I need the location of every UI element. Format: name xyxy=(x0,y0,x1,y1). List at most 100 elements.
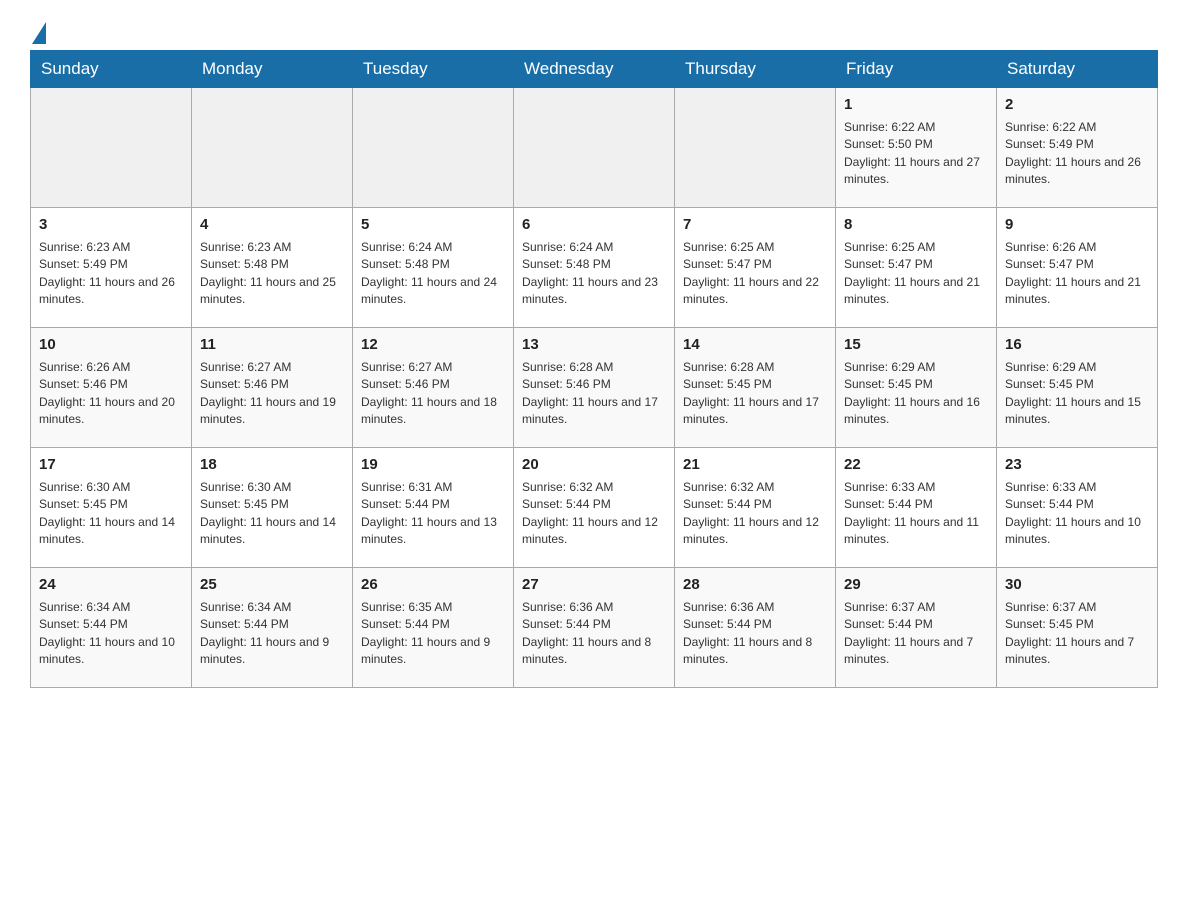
day-info: Sunrise: 6:25 AMSunset: 5:47 PMDaylight:… xyxy=(683,239,827,309)
calendar-cell: 13 Sunrise: 6:28 AMSunset: 5:46 PMDayligh… xyxy=(514,328,675,448)
calendar-cell: 14 Sunrise: 6:28 AMSunset: 5:45 PMDayligh… xyxy=(675,328,836,448)
calendar-cell xyxy=(353,88,514,208)
day-number: 23 xyxy=(1005,454,1149,476)
day-info: Sunrise: 6:33 AMSunset: 5:44 PMDaylight:… xyxy=(1005,479,1149,549)
day-info: Sunrise: 6:34 AMSunset: 5:44 PMDaylight:… xyxy=(39,599,183,669)
calendar-cell: 11 Sunrise: 6:27 AMSunset: 5:46 PMDayligh… xyxy=(192,328,353,448)
calendar-cell: 22 Sunrise: 6:33 AMSunset: 5:44 PMDayligh… xyxy=(836,448,997,568)
day-info: Sunrise: 6:27 AMSunset: 5:46 PMDaylight:… xyxy=(200,359,344,429)
calendar-cell: 26 Sunrise: 6:35 AMSunset: 5:44 PMDayligh… xyxy=(353,568,514,688)
calendar-cell: 17 Sunrise: 6:30 AMSunset: 5:45 PMDayligh… xyxy=(31,448,192,568)
day-number: 1 xyxy=(844,94,988,116)
page-header xyxy=(30,20,1158,40)
day-number: 10 xyxy=(39,334,183,356)
calendar-cell: 6Sunrise: 6:24 AMSunset: 5:48 PMDaylight… xyxy=(514,208,675,328)
calendar-cell xyxy=(31,88,192,208)
day-number: 30 xyxy=(1005,574,1149,596)
day-number: 22 xyxy=(844,454,988,476)
weekday-header-monday: Monday xyxy=(192,51,353,88)
day-info: Sunrise: 6:32 AMSunset: 5:44 PMDaylight:… xyxy=(522,479,666,549)
calendar-cell: 19 Sunrise: 6:31 AMSunset: 5:44 PMDayligh… xyxy=(353,448,514,568)
day-number: 16 xyxy=(1005,334,1149,356)
calendar-week-row: 17 Sunrise: 6:30 AMSunset: 5:45 PMDayligh… xyxy=(31,448,1158,568)
calendar-cell: 23 Sunrise: 6:33 AMSunset: 5:44 PMDayligh… xyxy=(997,448,1158,568)
weekday-header-thursday: Thursday xyxy=(675,51,836,88)
day-info: Sunrise: 6:24 AMSunset: 5:48 PMDaylight:… xyxy=(361,239,505,309)
day-info: Sunrise: 6:33 AMSunset: 5:44 PMDaylight:… xyxy=(844,479,988,549)
day-info: Sunrise: 6:32 AMSunset: 5:44 PMDaylight:… xyxy=(683,479,827,549)
day-number: 4 xyxy=(200,214,344,236)
calendar-cell: 2 Sunrise: 6:22 AMSunset: 5:49 PMDaylight… xyxy=(997,88,1158,208)
calendar-table: SundayMondayTuesdayWednesdayThursdayFrid… xyxy=(30,50,1158,688)
calendar-week-row: 10 Sunrise: 6:26 AMSunset: 5:46 PMDayligh… xyxy=(31,328,1158,448)
calendar-cell: 12Sunrise: 6:27 AMSunset: 5:46 PMDayligh… xyxy=(353,328,514,448)
calendar-cell: 16 Sunrise: 6:29 AMSunset: 5:45 PMDayligh… xyxy=(997,328,1158,448)
day-number: 29 xyxy=(844,574,988,596)
day-number: 18 xyxy=(200,454,344,476)
day-number: 6 xyxy=(522,214,666,236)
day-info: Sunrise: 6:22 AMSunset: 5:49 PMDaylight:… xyxy=(1005,119,1149,189)
calendar-cell xyxy=(192,88,353,208)
day-info: Sunrise: 6:37 AMSunset: 5:44 PMDaylight:… xyxy=(844,599,988,669)
day-info: Sunrise: 6:30 AMSunset: 5:45 PMDaylight:… xyxy=(200,479,344,549)
day-info: Sunrise: 6:29 AMSunset: 5:45 PMDaylight:… xyxy=(1005,359,1149,429)
day-info: Sunrise: 6:28 AMSunset: 5:45 PMDaylight:… xyxy=(683,359,827,429)
day-number: 8 xyxy=(844,214,988,236)
calendar-week-row: 1 Sunrise: 6:22 AMSunset: 5:50 PMDaylight… xyxy=(31,88,1158,208)
day-number: 12 xyxy=(361,334,505,356)
calendar-week-row: 24 Sunrise: 6:34 AMSunset: 5:44 PMDayligh… xyxy=(31,568,1158,688)
day-number: 3 xyxy=(39,214,183,236)
calendar-cell: 10 Sunrise: 6:26 AMSunset: 5:46 PMDayligh… xyxy=(31,328,192,448)
calendar-cell: 3 Sunrise: 6:23 AMSunset: 5:49 PMDaylight… xyxy=(31,208,192,328)
day-info: Sunrise: 6:23 AMSunset: 5:48 PMDaylight:… xyxy=(200,239,344,309)
day-number: 13 xyxy=(522,334,666,356)
calendar-cell: 15Sunrise: 6:29 AMSunset: 5:45 PMDayligh… xyxy=(836,328,997,448)
day-info: Sunrise: 6:31 AMSunset: 5:44 PMDaylight:… xyxy=(361,479,505,549)
day-number: 24 xyxy=(39,574,183,596)
day-number: 21 xyxy=(683,454,827,476)
weekday-header-row: SundayMondayTuesdayWednesdayThursdayFrid… xyxy=(31,51,1158,88)
day-info: Sunrise: 6:25 AMSunset: 5:47 PMDaylight:… xyxy=(844,239,988,309)
logo-triangle-icon xyxy=(32,22,46,44)
day-number: 11 xyxy=(200,334,344,356)
day-info: Sunrise: 6:29 AMSunset: 5:45 PMDaylight:… xyxy=(844,359,988,429)
day-info: Sunrise: 6:36 AMSunset: 5:44 PMDaylight:… xyxy=(683,599,827,669)
calendar-cell: 9Sunrise: 6:26 AMSunset: 5:47 PMDaylight… xyxy=(997,208,1158,328)
calendar-cell: 28 Sunrise: 6:36 AMSunset: 5:44 PMDayligh… xyxy=(675,568,836,688)
day-info: Sunrise: 6:36 AMSunset: 5:44 PMDaylight:… xyxy=(522,599,666,669)
day-number: 25 xyxy=(200,574,344,596)
day-info: Sunrise: 6:30 AMSunset: 5:45 PMDaylight:… xyxy=(39,479,183,549)
calendar-cell xyxy=(514,88,675,208)
day-number: 28 xyxy=(683,574,827,596)
weekday-header-saturday: Saturday xyxy=(997,51,1158,88)
day-info: Sunrise: 6:26 AMSunset: 5:46 PMDaylight:… xyxy=(39,359,183,429)
calendar-cell: 25Sunrise: 6:34 AMSunset: 5:44 PMDayligh… xyxy=(192,568,353,688)
day-info: Sunrise: 6:23 AMSunset: 5:49 PMDaylight:… xyxy=(39,239,183,309)
day-number: 14 xyxy=(683,334,827,356)
day-number: 17 xyxy=(39,454,183,476)
day-info: Sunrise: 6:28 AMSunset: 5:46 PMDaylight:… xyxy=(522,359,666,429)
weekday-header-friday: Friday xyxy=(836,51,997,88)
day-number: 2 xyxy=(1005,94,1149,116)
day-number: 5 xyxy=(361,214,505,236)
calendar-cell: 30 Sunrise: 6:37 AMSunset: 5:45 PMDayligh… xyxy=(997,568,1158,688)
day-number: 26 xyxy=(361,574,505,596)
calendar-week-row: 3 Sunrise: 6:23 AMSunset: 5:49 PMDaylight… xyxy=(31,208,1158,328)
logo xyxy=(30,20,46,40)
day-info: Sunrise: 6:37 AMSunset: 5:45 PMDaylight:… xyxy=(1005,599,1149,669)
day-number: 20 xyxy=(522,454,666,476)
day-info: Sunrise: 6:26 AMSunset: 5:47 PMDaylight:… xyxy=(1005,239,1149,309)
day-number: 27 xyxy=(522,574,666,596)
calendar-cell: 8 Sunrise: 6:25 AMSunset: 5:47 PMDaylight… xyxy=(836,208,997,328)
calendar-cell: 20 Sunrise: 6:32 AMSunset: 5:44 PMDayligh… xyxy=(514,448,675,568)
calendar-cell: 1 Sunrise: 6:22 AMSunset: 5:50 PMDaylight… xyxy=(836,88,997,208)
calendar-cell: 21 Sunrise: 6:32 AMSunset: 5:44 PMDayligh… xyxy=(675,448,836,568)
day-number: 19 xyxy=(361,454,505,476)
weekday-header-wednesday: Wednesday xyxy=(514,51,675,88)
day-info: Sunrise: 6:22 AMSunset: 5:50 PMDaylight:… xyxy=(844,119,988,189)
day-info: Sunrise: 6:35 AMSunset: 5:44 PMDaylight:… xyxy=(361,599,505,669)
calendar-cell: 5 Sunrise: 6:24 AMSunset: 5:48 PMDaylight… xyxy=(353,208,514,328)
weekday-header-sunday: Sunday xyxy=(31,51,192,88)
weekday-header-tuesday: Tuesday xyxy=(353,51,514,88)
calendar-cell xyxy=(675,88,836,208)
